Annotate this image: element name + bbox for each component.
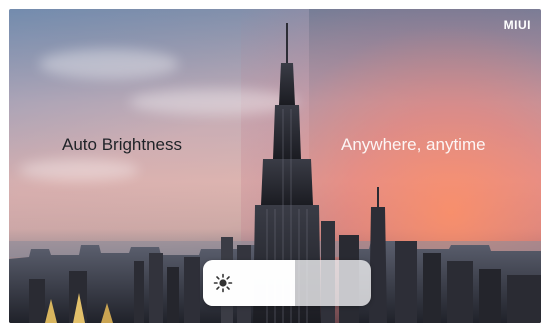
sun-icon — [213, 273, 233, 293]
caption-auto-brightness: Auto Brightness — [62, 135, 183, 154]
caption-anywhere-anytime: Anywhere, anytime — [341, 135, 486, 154]
brand-logo: MIUI — [503, 18, 531, 32]
promo-screen: MIUI Auto Brightness Anywhere, anytime — [9, 9, 541, 323]
brightness-slider[interactable] — [203, 260, 371, 306]
